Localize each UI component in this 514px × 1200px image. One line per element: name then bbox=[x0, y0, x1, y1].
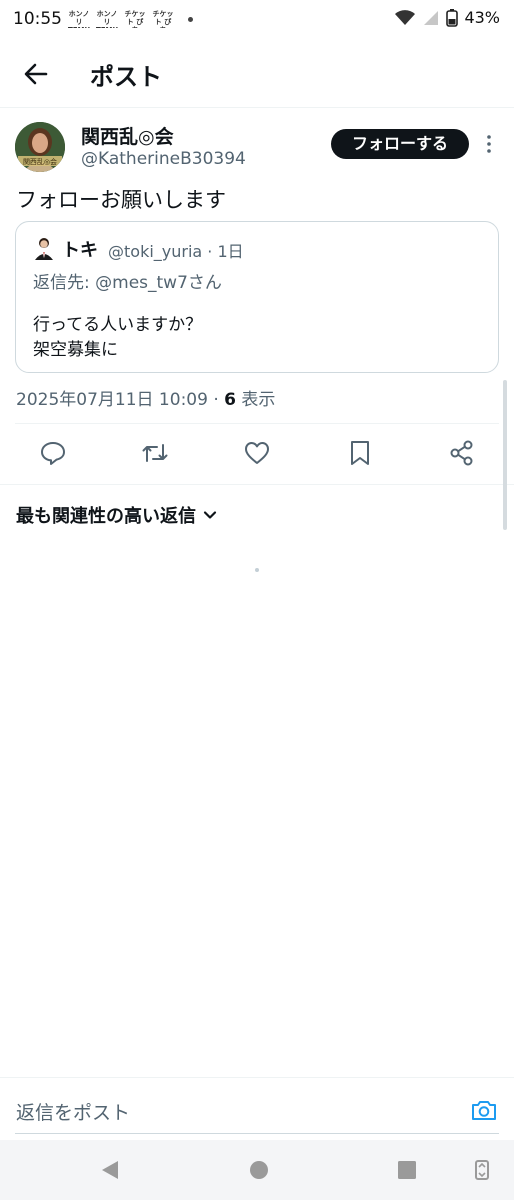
follow-button[interactable]: フォローする bbox=[331, 129, 469, 159]
quote-avatar bbox=[35, 238, 53, 260]
system-nav-bar bbox=[0, 1140, 514, 1200]
author-handle[interactable]: @KatherineB30394 bbox=[81, 149, 246, 169]
quoted-post[interactable]: トキ @toki_yuria · 1日 返信先: @mes_tw7さん 行ってる… bbox=[15, 221, 499, 373]
loading-indicator bbox=[255, 568, 259, 572]
avatar-label: 関西乱◎会 bbox=[23, 157, 57, 166]
retweet-icon[interactable] bbox=[140, 438, 170, 468]
chevron-down-icon bbox=[203, 511, 217, 519]
quote-reply-to: 返信先: @mes_tw7さん bbox=[33, 273, 222, 293]
camera-icon[interactable] bbox=[470, 1096, 498, 1124]
more-vertical-icon[interactable] bbox=[480, 132, 498, 156]
views-count: 6 bbox=[224, 390, 236, 410]
quote-author-name: トキ bbox=[62, 240, 98, 261]
back-arrow-icon[interactable] bbox=[20, 58, 52, 90]
like-icon[interactable] bbox=[242, 438, 272, 468]
rotate-icon[interactable] bbox=[470, 1158, 494, 1182]
quote-handle-time: @toki_yuria · 1日 bbox=[108, 242, 244, 261]
composer-underline bbox=[15, 1133, 499, 1134]
status-time: 10:55 bbox=[13, 9, 62, 29]
status-right: 43% bbox=[394, 8, 500, 27]
more-notifications-dot bbox=[188, 16, 193, 22]
scrollbar[interactable] bbox=[503, 380, 507, 530]
divider bbox=[15, 423, 499, 424]
author-name[interactable]: 関西乱◎会 bbox=[81, 122, 174, 149]
notification-icon: ホンノリ TEMU bbox=[68, 10, 90, 28]
battery-percent: 43% bbox=[464, 8, 500, 27]
divider bbox=[0, 484, 514, 485]
share-icon[interactable] bbox=[447, 438, 477, 468]
reply-sort-label: 最も関連性の高い返信 bbox=[16, 506, 196, 527]
views-label: 表示 bbox=[235, 390, 276, 410]
reply-icon[interactable] bbox=[38, 438, 68, 468]
battery-icon bbox=[446, 8, 459, 27]
avatar[interactable]: 関西乱◎会 bbox=[15, 122, 65, 172]
notification-icon: チケット ぴあ bbox=[152, 10, 174, 28]
nav-home-icon[interactable] bbox=[247, 1158, 271, 1182]
nav-recents-icon[interactable] bbox=[395, 1158, 419, 1182]
notification-icons: ホンノリ TEMU ホンノリ TEMU チケット ぴあ チケット ぴあ bbox=[68, 10, 193, 28]
timestamp-text: 2025年07月11日 10:09 · bbox=[16, 390, 225, 410]
reply-composer: 返信をポスト bbox=[0, 1077, 514, 1139]
quote-text-line: 行ってる人いますか？ bbox=[33, 315, 203, 335]
nav-back-icon[interactable] bbox=[98, 1158, 122, 1182]
status-bar: 10:55 ホンノリ TEMU ホンノリ TEMU チケット ぴあ チケット ぴ… bbox=[0, 0, 514, 40]
top-bar: ポスト bbox=[0, 40, 514, 108]
notification-icon: ホンノリ TEMU bbox=[96, 10, 118, 28]
action-bar bbox=[0, 438, 514, 470]
notification-icon: チケット ぴあ bbox=[124, 10, 146, 28]
signal-icon bbox=[424, 10, 439, 25]
post-timestamp: 2025年07月11日 10:09 · 6 表示 bbox=[16, 385, 275, 410]
quote-text-line: 架空募集に bbox=[33, 340, 118, 360]
wifi-icon bbox=[395, 9, 416, 25]
bookmark-icon[interactable] bbox=[345, 438, 375, 468]
reply-input[interactable]: 返信をポスト bbox=[16, 1098, 130, 1125]
reply-sort-selector[interactable]: 最も関連性の高い返信 bbox=[16, 502, 218, 528]
page-title: ポスト bbox=[90, 63, 162, 91]
post-text: フォローお願いします bbox=[16, 188, 226, 212]
